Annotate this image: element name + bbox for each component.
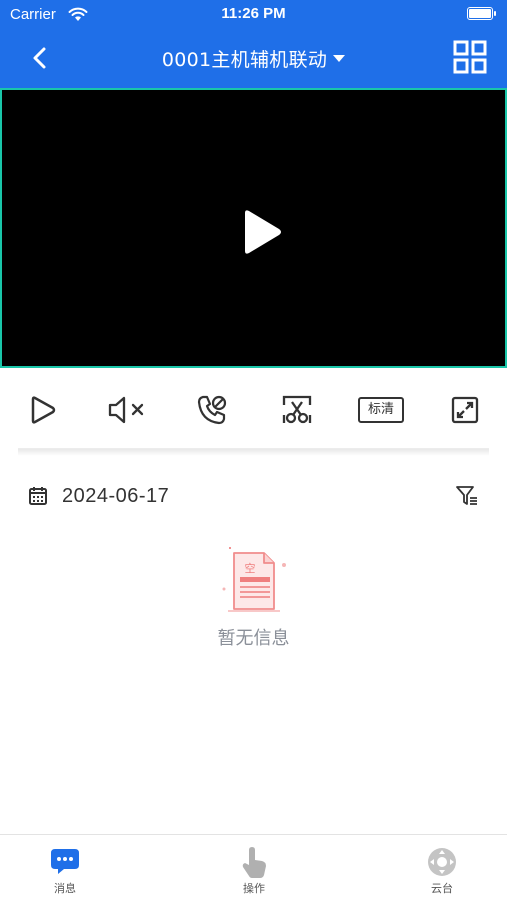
tab-bar: 消息 操作 云台 [0, 834, 507, 900]
mute-button[interactable] [104, 388, 150, 432]
ptz-control-icon [428, 848, 456, 876]
tab-label: 消息 [54, 882, 76, 895]
chat-icon [51, 849, 79, 874]
date-picker[interactable]: 2024-06-17 [28, 482, 169, 510]
selected-date: 2024-06-17 [62, 484, 170, 507]
back-button[interactable] [24, 42, 54, 74]
status-time: 11:26 PM [221, 5, 286, 22]
fullscreen-icon [451, 396, 479, 424]
tab-operations[interactable]: 操作 [214, 835, 294, 900]
status-bar: Carrier 11:26 PM [0, 0, 507, 30]
filter-icon[interactable] [455, 484, 479, 508]
scissors-icon [282, 395, 312, 424]
quality-button[interactable]: 标清 [352, 388, 410, 432]
tab-label: 云台 [431, 882, 453, 895]
intercom-button[interactable] [192, 388, 232, 432]
quality-label: 标清 [357, 397, 404, 423]
play-button[interactable] [22, 388, 62, 432]
tab-messages[interactable]: 消息 [25, 835, 105, 900]
play-icon[interactable] [239, 208, 283, 256]
video-controls: 标清 [0, 388, 507, 432]
hand-pointer-icon [242, 847, 266, 878]
device-selector[interactable]: 0001主机辅机联动 [130, 44, 377, 72]
caret-down-icon [333, 54, 346, 62]
page-title: 0001主机辅机联动 [161, 48, 328, 71]
empty-document-icon: 空 [222, 547, 286, 612]
battery-icon [467, 7, 496, 20]
calendar-icon [29, 487, 47, 505]
grid-icon[interactable] [453, 40, 487, 74]
screenshot-button[interactable] [277, 388, 317, 432]
play-outline-icon [31, 396, 56, 424]
empty-message: 暂无信息 [217, 628, 290, 649]
controls-divider [18, 448, 489, 456]
speaker-muted-icon [108, 396, 144, 424]
fullscreen-button[interactable] [446, 388, 484, 432]
video-player[interactable] [0, 88, 507, 368]
phone-icon [197, 395, 227, 425]
empty-icon-char: 空 [245, 561, 256, 575]
tab-ptz[interactable]: 云台 [402, 835, 482, 900]
app-header: Carrier 11:26 PM 0001主机辅机联动 [0, 0, 507, 88]
tab-label: 操作 [243, 882, 265, 895]
